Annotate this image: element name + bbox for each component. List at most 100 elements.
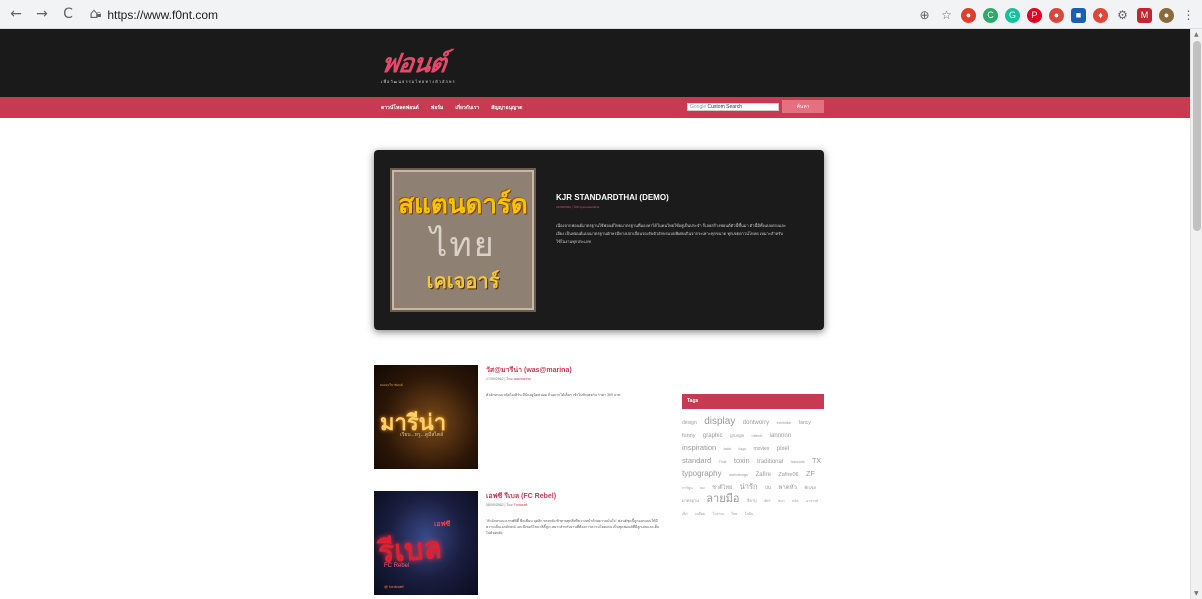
ext-green-c-icon[interactable]: C xyxy=(983,7,998,23)
post-meta: 17/09/2562 | โดย wasmarina xyxy=(486,377,531,381)
site-logo[interactable]: ฟอนต์ เพื่อวัฒนธรรมไทยทางตัวอักษร xyxy=(378,49,456,85)
tag-link[interactable]: เหลี่ยม xyxy=(695,512,705,516)
search-google-label: Google xyxy=(690,104,707,110)
tag-link[interactable]: สัตว์ xyxy=(764,499,770,503)
tag-link[interactable]: logo xyxy=(738,446,746,451)
tag-link[interactable]: graphic xyxy=(703,433,723,439)
tag-link[interactable]: เด็ก xyxy=(682,512,688,516)
forward-icon[interactable]: → xyxy=(32,4,52,24)
featured-thumbnail[interactable]: สแตนดาร์ด ไทย เคเจอาร์ xyxy=(390,168,536,312)
ext-pinterest-icon[interactable]: P xyxy=(1027,7,1042,23)
star-icon[interactable]: ☆ xyxy=(939,8,954,23)
tag-link[interactable]: toxin xyxy=(734,456,750,465)
ext-avatar-icon[interactable]: ● xyxy=(1159,7,1174,23)
reload-icon[interactable]: C xyxy=(58,4,78,24)
tag-link[interactable]: exhibition xyxy=(777,421,792,425)
tag-link[interactable]: typography xyxy=(682,469,722,478)
featured-title[interactable]: KJR STANDARDTHAI (DEMO) xyxy=(556,193,669,202)
post-meta: 08/09/2562 | โดย Fontcraft xyxy=(486,503,528,507)
post-thumbnail[interactable]: คอมมะรีนาฟอนต์ มารีน่า เรียบ...หรู...ดูม… xyxy=(374,365,478,469)
featured-thumb-line3: เคเจอาร์ xyxy=(426,268,500,293)
ext-shield-icon[interactable]: ♦ xyxy=(1093,7,1108,23)
ext-red-badge-icon[interactable]: ● xyxy=(1049,7,1064,23)
menu-icon[interactable]: ⋮ xyxy=(1181,8,1196,23)
ext-red-icon[interactable]: ● xyxy=(961,7,976,23)
post-excerpt: "ตัวอักษรแนวเกรฟฟิตี้ ขีดเขียน บุคลิก ทร… xyxy=(486,519,660,535)
tag-link[interactable]: การ์ตูน xyxy=(682,486,693,490)
tag-link[interactable]: โกมิน xyxy=(745,512,754,516)
tag-link[interactable]: display xyxy=(704,416,735,427)
post-date: 17/09/2562 xyxy=(486,377,504,381)
tag-link[interactable]: TX xyxy=(812,458,821,465)
tag-link[interactable]: hitech xyxy=(752,433,763,438)
tag-link[interactable]: fancy xyxy=(799,420,811,426)
post-thumbnail[interactable]: เอฟซี รีเบล FC Rebel @ fontcraft xyxy=(374,491,478,595)
tag-link[interactable]: funny xyxy=(682,433,695,439)
tag-link[interactable]: ป่น xyxy=(765,485,771,490)
tag-link[interactable]: webdesign xyxy=(729,472,748,477)
tag-link[interactable]: มาตรฐาน xyxy=(682,498,699,503)
scroll-up-icon[interactable]: ▲ xyxy=(1194,31,1199,38)
tag-link[interactable]: ชาติไทย xyxy=(712,485,732,491)
menu-item-about[interactable]: เกี่ยวกับเรา xyxy=(455,104,479,112)
page-viewport: ฟอนต์ เพื่อวัฒนธรรมไทยทางตัวอักษร ดาวน์โ… xyxy=(0,29,1190,599)
back-icon[interactable]: ← xyxy=(6,4,26,24)
menu-item-license[interactable]: สัญญาอนุญาต xyxy=(491,104,522,112)
tag-link[interactable]: ลายมือ xyxy=(706,493,739,505)
post-author[interactable]: Fontcraft xyxy=(514,503,528,507)
post-by: โดย xyxy=(506,377,513,381)
menu-item-download[interactable]: ดาวน์โหลดฟอนต์ xyxy=(381,104,419,112)
tag-link[interactable]: พาดหัว xyxy=(778,485,797,491)
menu-item-forum[interactable]: ฟอร์ม xyxy=(431,104,444,112)
search-input[interactable]: Google Custom Search xyxy=(687,103,779,111)
tag-link[interactable]: grunge xyxy=(730,433,744,438)
ext-grammarly-icon[interactable]: G xyxy=(1005,7,1020,23)
page-scrollbar[interactable]: ▲ ▼ xyxy=(1190,29,1202,599)
ext-red-square-icon[interactable]: M xyxy=(1137,7,1152,23)
featured-thumb-line2: ไทย xyxy=(430,224,496,265)
url-text: https://www.f0nt.com xyxy=(107,7,219,22)
post-author[interactable]: wasmarina xyxy=(514,377,531,381)
tag-link[interactable]: Zafire xyxy=(756,472,771,478)
tag-link[interactable]: Zafire06 xyxy=(778,472,798,478)
tag-link[interactable]: คม xyxy=(700,486,705,490)
tag-link[interactable]: latin xyxy=(724,446,731,451)
tag-link[interactable]: dontworry xyxy=(743,420,769,426)
address-bar[interactable]: 🔒︎ https://www.f0nt.com xyxy=(96,4,916,25)
tag-link[interactable]: traditional xyxy=(757,459,783,465)
tag-link[interactable]: โบราณ xyxy=(713,512,724,516)
scrollbar-thumb[interactable] xyxy=(1193,41,1201,231)
main-navbar: ดาวน์โหลดฟอนต์ ฟอร์ม เกี่ยวกับเรา สัญญาอ… xyxy=(0,97,1190,118)
tag-link[interactable]: อาจารย์ xyxy=(806,499,818,503)
tag-link[interactable]: ลีลาบุ xyxy=(747,498,757,503)
tag-link[interactable]: พิกเซล xyxy=(804,485,816,490)
tag-link[interactable]: โกย xyxy=(731,512,737,516)
tag-link[interactable]: iannnnn xyxy=(770,433,791,439)
site-header: ฟอนต์ เพื่อวัฒนธรรมไทยทางตัวอักษร xyxy=(0,29,1190,97)
post-date: 08/09/2562 xyxy=(486,503,504,507)
ext-gear-icon[interactable]: ⚙ xyxy=(1115,8,1130,23)
tag-link[interactable]: หนา xyxy=(778,499,785,503)
tag-link[interactable]: movies xyxy=(753,446,769,452)
extensions-area: ⊕ ☆ ● C G P ● ■ ♦ ⚙ M ● ⋮ xyxy=(917,5,1196,25)
tag-link[interactable]: Thai xyxy=(719,459,727,464)
post-title[interactable]: เอฟซี รีเบล (FC Rebel) xyxy=(486,491,556,502)
logo-mark: ฟอนต์ xyxy=(378,49,448,79)
post-title[interactable]: วัส@มารีน่า (was@marina) xyxy=(486,365,572,376)
tag-link[interactable]: ZF xyxy=(806,471,815,478)
tag-link[interactable]: น่ารัก xyxy=(740,482,758,491)
tag-link[interactable]: tutorials xyxy=(791,459,805,464)
tag-link[interactable]: inspiration xyxy=(682,443,716,452)
scroll-down-icon[interactable]: ▼ xyxy=(1194,590,1199,597)
tag-cloud: design display dontworry exhibition fanc… xyxy=(682,415,824,519)
search-button[interactable]: ค้นหา xyxy=(782,100,824,113)
featured-description: เนื่องจากฟอนต์มาตรฐานใช้ฟอนต์ไทยมาตรฐานท… xyxy=(556,223,787,244)
browser-toolbar: ← → C ⌂ 🔒︎ https://www.f0nt.com ⊕ ☆ ● C G P ● ■… xyxy=(0,0,1202,29)
tag-link[interactable]: design xyxy=(682,420,697,426)
zoom-icon[interactable]: ⊕ xyxy=(917,8,932,23)
tag-link[interactable]: pixel xyxy=(777,446,789,452)
tags-widget: Tags design display dontworry exhibition… xyxy=(682,394,824,519)
tag-link[interactable]: standard xyxy=(682,456,711,465)
tag-link[interactable]: หวัด xyxy=(792,499,799,503)
ext-blue-square-icon[interactable]: ■ xyxy=(1071,7,1086,23)
